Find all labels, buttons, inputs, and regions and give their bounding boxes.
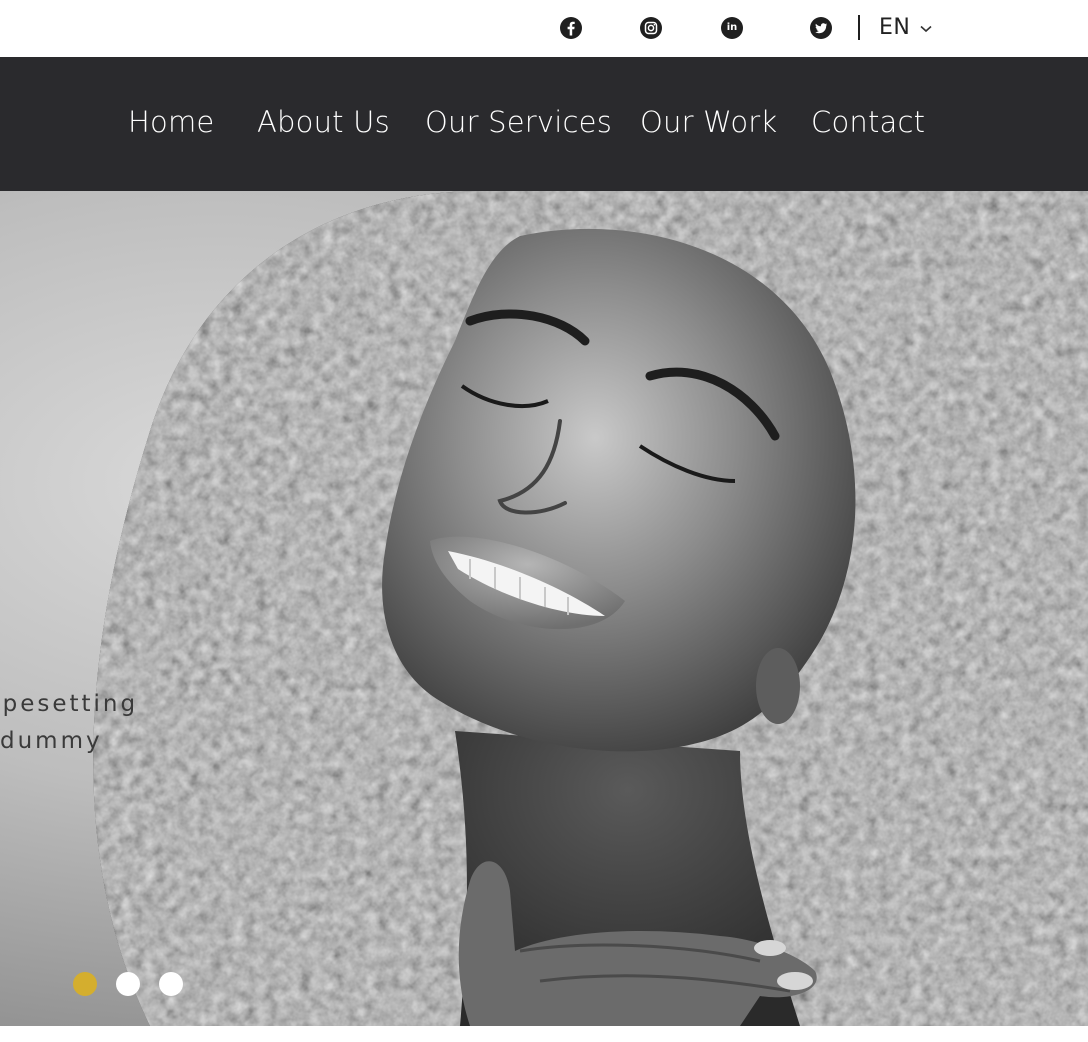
- nav-item-contact[interactable]: Contact: [811, 104, 925, 140]
- hero-text-line-2: dummy: [0, 728, 103, 754]
- nav-item-our-services[interactable]: Our Services: [425, 104, 612, 140]
- main-nav: Home About Us Our Services Our Work Cont…: [0, 57, 1088, 191]
- hero-slider: ypesetting dummy: [0, 191, 1088, 1026]
- slider-dot-3[interactable]: [159, 972, 183, 996]
- twitter-icon[interactable]: [810, 17, 832, 39]
- linkedin-glyph: in: [726, 22, 738, 33]
- nav-item-our-work[interactable]: Our Work: [640, 104, 777, 140]
- nav-item-about-us[interactable]: About Us: [257, 104, 390, 140]
- top-bar: in EN: [0, 0, 1088, 57]
- language-code: EN: [879, 14, 911, 40]
- page-bottom-strip: [0, 1026, 1088, 1042]
- instagram-icon[interactable]: [640, 17, 662, 39]
- hero-image: [93, 191, 1088, 1026]
- nav-item-home[interactable]: Home: [128, 104, 214, 140]
- linkedin-icon[interactable]: in: [721, 17, 743, 39]
- hero-text-line-1: ypesetting: [0, 691, 139, 717]
- language-selector[interactable]: EN: [879, 12, 932, 42]
- facebook-icon[interactable]: [560, 17, 582, 39]
- language-divider: [858, 15, 860, 40]
- chevron-down-icon: [920, 18, 932, 37]
- slider-dot-2[interactable]: [116, 972, 140, 996]
- slider-dot-1[interactable]: [73, 972, 97, 996]
